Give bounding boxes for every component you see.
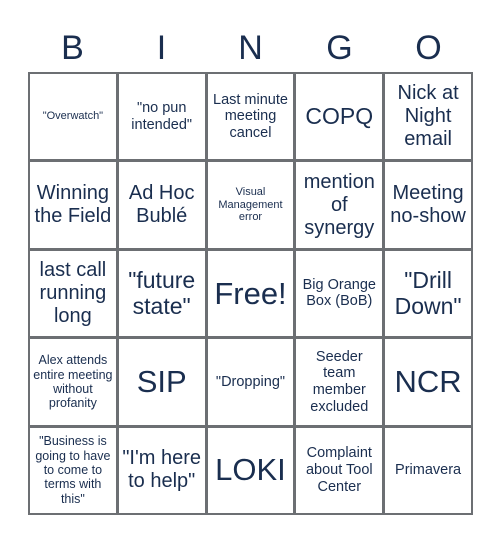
cell-text: mention of synergy bbox=[303, 170, 375, 239]
header-letter-o: O bbox=[415, 29, 442, 67]
cell-text: "no pun intended" bbox=[131, 100, 193, 133]
bingo-cell[interactable]: Alex attends entire meeting without prof… bbox=[30, 339, 116, 425]
bingo-cell[interactable]: "Dropping" bbox=[207, 339, 294, 425]
bingo-cell[interactable]: "Drill Down" bbox=[385, 250, 471, 337]
bingo-header: B I N G O bbox=[28, 26, 473, 70]
cell-text: "Drill Down" bbox=[394, 267, 462, 320]
cell-text: Ad Hoc Bublé bbox=[128, 182, 195, 228]
cell-text: Seeder team member excluded bbox=[310, 348, 369, 415]
cell-text: Meeting no-show bbox=[390, 182, 466, 228]
cell-text: "Business is going to have to come to te… bbox=[35, 434, 111, 506]
cell-text: "future state" bbox=[128, 267, 196, 320]
bingo-card: "Overwatch" "no pun intended" Last minut… bbox=[28, 72, 473, 515]
cell-text: SIP bbox=[136, 364, 187, 400]
cell-text: COPQ bbox=[305, 103, 374, 130]
bingo-cell[interactable]: COPQ bbox=[296, 74, 383, 160]
bingo-cell[interactable]: Big Orange Box (BoB) bbox=[296, 250, 383, 337]
cell-text: Complaint about Tool Center bbox=[305, 445, 373, 495]
bingo-cell[interactable]: Primavera bbox=[385, 427, 471, 513]
bingo-cell[interactable]: Nick at Night email bbox=[385, 74, 471, 160]
bingo-cell[interactable]: Complaint about Tool Center bbox=[296, 427, 383, 513]
cell-text: Visual Management error bbox=[218, 186, 283, 224]
cell-text: Last minute meeting cancel bbox=[213, 91, 288, 142]
cell-text: Alex attends entire meeting without prof… bbox=[33, 353, 113, 411]
cell-text: "Dropping" bbox=[215, 373, 286, 390]
bingo-cell[interactable]: mention of synergy bbox=[296, 162, 383, 248]
bingo-cell[interactable]: "I'm here to help" bbox=[118, 427, 205, 513]
header-letter-g: G bbox=[326, 29, 353, 67]
cell-text: Nick at Night email bbox=[397, 82, 459, 151]
header-letter-b: B bbox=[61, 29, 84, 67]
cell-text: Primavera bbox=[395, 461, 462, 478]
bingo-cell[interactable]: SIP bbox=[118, 339, 205, 425]
header-letter-n: N bbox=[238, 29, 263, 67]
bingo-cell[interactable]: Last minute meeting cancel bbox=[207, 74, 294, 160]
bingo-cell[interactable]: "Overwatch" bbox=[30, 74, 116, 160]
bingo-cell[interactable]: "future state" bbox=[118, 250, 205, 337]
bingo-cell[interactable]: NCR bbox=[385, 339, 471, 425]
cell-text: "Overwatch" bbox=[42, 110, 104, 123]
cell-text: "I'm here to help" bbox=[122, 447, 202, 493]
cell-text: Big Orange Box (BoB) bbox=[302, 276, 376, 310]
free-space-text: Free! bbox=[214, 275, 287, 311]
bingo-cell[interactable]: "Business is going to have to come to te… bbox=[30, 427, 116, 513]
cell-text: NCR bbox=[394, 364, 462, 400]
bingo-cell[interactable]: Ad Hoc Bublé bbox=[118, 162, 205, 248]
bingo-cell[interactable]: "no pun intended" bbox=[118, 74, 205, 160]
bingo-cell[interactable]: Meeting no-show bbox=[385, 162, 471, 248]
cell-text: last call running long bbox=[39, 258, 107, 327]
bingo-cell[interactable]: Winning the Field bbox=[30, 162, 116, 248]
cell-text: LOKI bbox=[215, 452, 286, 488]
header-letter-i: I bbox=[156, 29, 167, 67]
cell-text: Winning the Field bbox=[34, 182, 112, 228]
bingo-cell[interactable]: LOKI bbox=[207, 427, 294, 513]
bingo-cell[interactable]: last call running long bbox=[30, 250, 116, 337]
bingo-cell[interactable]: Seeder team member excluded bbox=[296, 339, 383, 425]
bingo-cell[interactable]: Visual Management error bbox=[207, 162, 294, 248]
free-space-cell[interactable]: Free! bbox=[207, 250, 294, 337]
